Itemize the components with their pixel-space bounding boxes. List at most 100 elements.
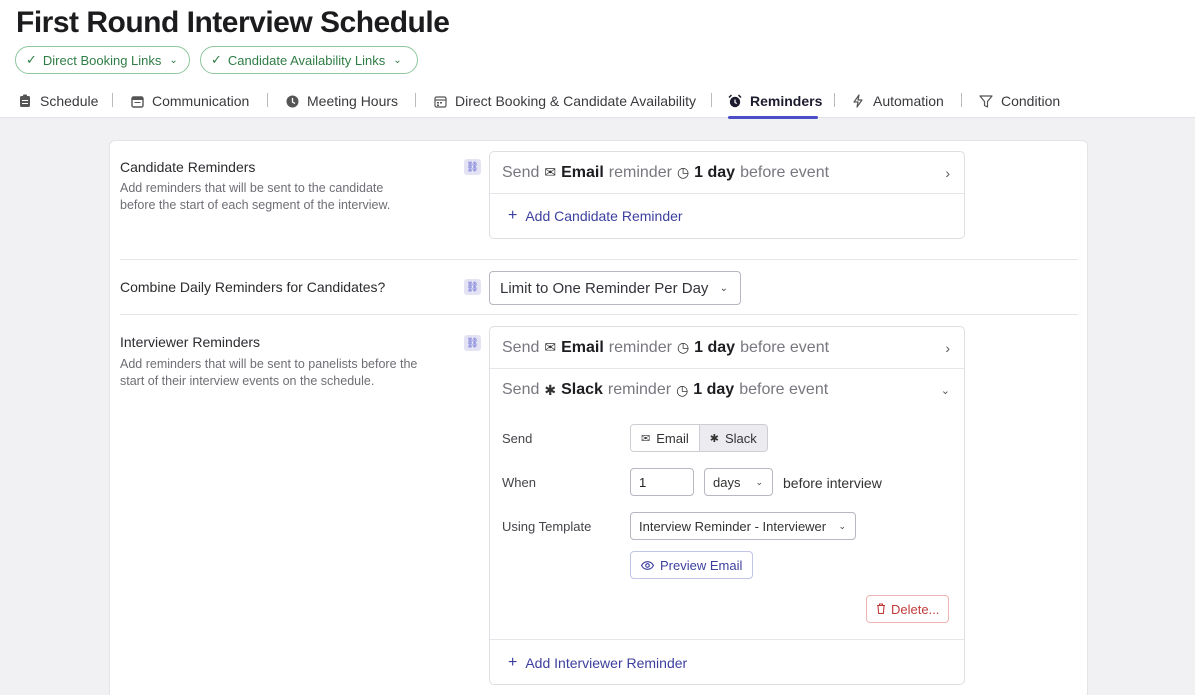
tab-label: Automation [873, 93, 944, 109]
plus-icon: + [508, 654, 518, 671]
tab-separator [415, 93, 416, 107]
envelope-icon: ✉ [641, 432, 651, 445]
check-icon: ✓ [211, 52, 222, 67]
clock-icon: ◷ [676, 339, 690, 355]
divider [120, 314, 1078, 315]
when-label: When [502, 475, 536, 490]
eye-icon [640, 558, 655, 573]
chevron-right-icon: › [945, 339, 950, 356]
delete-reminder-button[interactable]: Delete... [866, 595, 950, 623]
reminder-text: reminder [608, 338, 672, 356]
tab-reminders[interactable]: Reminders [728, 84, 822, 119]
slack-icon: ✱ [709, 432, 719, 445]
option-label: Email [656, 430, 689, 446]
tab-label: Condition [1001, 93, 1061, 109]
tab-separator [112, 93, 113, 107]
tab-separator [961, 93, 962, 107]
add-label: Add Interviewer Reminder [525, 655, 688, 671]
select-value: Limit to One Reminder Per Day [500, 279, 709, 297]
interviewer-reminders-desc: Add reminders that will be sent to panel… [120, 357, 418, 388]
amount-text: 1 day [694, 338, 736, 356]
chevron-down-icon: ⌄ [169, 54, 178, 66]
chevron-down-icon: ⌄ [755, 476, 763, 487]
envelope-icon: ✉ [544, 164, 557, 180]
send-text: Send [502, 163, 540, 181]
interviewer-reminder-row[interactable]: Send ✉ Email reminder ◷ 1 day before eve… [490, 327, 964, 369]
chevron-down-icon: ⌄ [838, 520, 846, 531]
slack-icon: ✱ [544, 381, 557, 398]
send-text: Send [502, 381, 540, 398]
reminder-text: reminder [608, 163, 672, 181]
tab-label: Direct Booking & Candidate Availability [455, 93, 696, 109]
link-icon[interactable]: ⛓ [464, 159, 481, 175]
combine-reminders-select[interactable]: Limit to One Reminder Per Day ⌄ [489, 271, 741, 305]
candidate-reminders-title: Candidate Reminders [120, 159, 256, 175]
link-icon[interactable]: ⛓ [464, 279, 481, 295]
channel-text: Email [561, 338, 604, 356]
send-label: Send [502, 431, 533, 446]
clock-icon: ◷ [676, 381, 689, 398]
tab-automation[interactable]: Automation [851, 84, 944, 118]
chevron-down-icon: ⌄ [393, 54, 402, 66]
plus-icon: + [508, 207, 518, 224]
link-icon[interactable]: ⛓ [464, 335, 481, 351]
calendar-icon [130, 94, 144, 108]
calendar-icon [433, 94, 447, 108]
tab-separator [711, 93, 712, 107]
chevron-down-icon: ⌄ [940, 384, 950, 397]
add-candidate-reminder-button[interactable]: + Add Candidate Reminder [490, 194, 964, 238]
tab-separator [267, 93, 268, 107]
add-label: Add Candidate Reminder [525, 208, 683, 224]
tab-communication[interactable]: Communication [130, 84, 249, 118]
candidate-reminders-list: Send ✉ Email reminder ◷ 1 day before eve… [489, 151, 965, 239]
button-label: Preview Email [660, 557, 743, 573]
channel-email-option[interactable]: ✉ Email [631, 425, 699, 451]
tab-schedule[interactable]: Schedule [18, 84, 98, 118]
template-select[interactable]: Interview Reminder - Interviewer ⌄ [630, 512, 856, 540]
add-interviewer-reminder-button[interactable]: + Add Interviewer Reminder [490, 641, 705, 685]
amount-text: 1 day [694, 163, 736, 181]
preview-email-button[interactable]: Preview Email [630, 551, 754, 579]
direct-booking-links-dropdown[interactable]: ✓ Direct Booking Links ⌄ [15, 46, 190, 74]
tab-label: Schedule [40, 93, 99, 109]
tab-separator [834, 93, 835, 107]
select-value: days [713, 474, 741, 490]
trash-icon [876, 602, 886, 617]
chevron-right-icon: › [945, 164, 950, 181]
bolt-icon [851, 94, 865, 108]
check-icon: ✓ [26, 52, 37, 67]
send-text: Send [502, 338, 540, 356]
suffix-text: before event [739, 381, 829, 398]
pill-label: Direct Booking Links [42, 52, 162, 68]
tab-bar: Schedule Communication Meeting Hours Dir… [0, 84, 1195, 119]
tab-meeting-hours[interactable]: Meeting Hours [285, 84, 398, 118]
filter-icon [979, 94, 993, 108]
tab-label: Meeting Hours [307, 93, 399, 109]
divider [490, 639, 964, 640]
envelope-icon: ✉ [544, 339, 557, 355]
candidate-reminders-desc: Add reminders that will be sent to the c… [120, 181, 391, 212]
page-title: First Round Interview Schedule [16, 6, 450, 39]
channel-slack-option[interactable]: ✱ Slack [698, 425, 767, 451]
channel-toggle: ✉ Email ✱ Slack [630, 424, 768, 452]
suffix-text: before event [740, 338, 830, 356]
tab-condition[interactable]: Condition [979, 84, 1060, 118]
when-amount-input[interactable]: 1 [630, 468, 694, 496]
alarm-icon [728, 94, 742, 108]
candidate-availability-links-dropdown[interactable]: ✓ Candidate Availability Links ⌄ [200, 46, 418, 74]
clock-icon [285, 94, 299, 108]
clipboard-icon [18, 94, 32, 108]
template-label: Using Template [502, 519, 592, 534]
candidate-reminder-row[interactable]: Send ✉ Email reminder ◷ 1 day before eve… [490, 152, 964, 194]
interviewer-reminder-row-expanded[interactable]: Send ✱ Slack reminder ◷ 1 day before eve… [490, 369, 964, 411]
pill-label: Candidate Availability Links [227, 52, 386, 68]
when-unit-select[interactable]: days ⌄ [704, 468, 773, 496]
chevron-down-icon: ⌄ [719, 282, 728, 294]
select-value: Interview Reminder - Interviewer [639, 518, 827, 534]
channel-text: Email [561, 163, 604, 181]
reminder-text: reminder [607, 381, 672, 398]
tab-label: Communication [152, 93, 250, 109]
tab-label: Reminders [750, 93, 823, 109]
suffix-text: before event [740, 163, 830, 181]
tab-direct-booking[interactable]: Direct Booking & Candidate Availability [433, 84, 696, 118]
